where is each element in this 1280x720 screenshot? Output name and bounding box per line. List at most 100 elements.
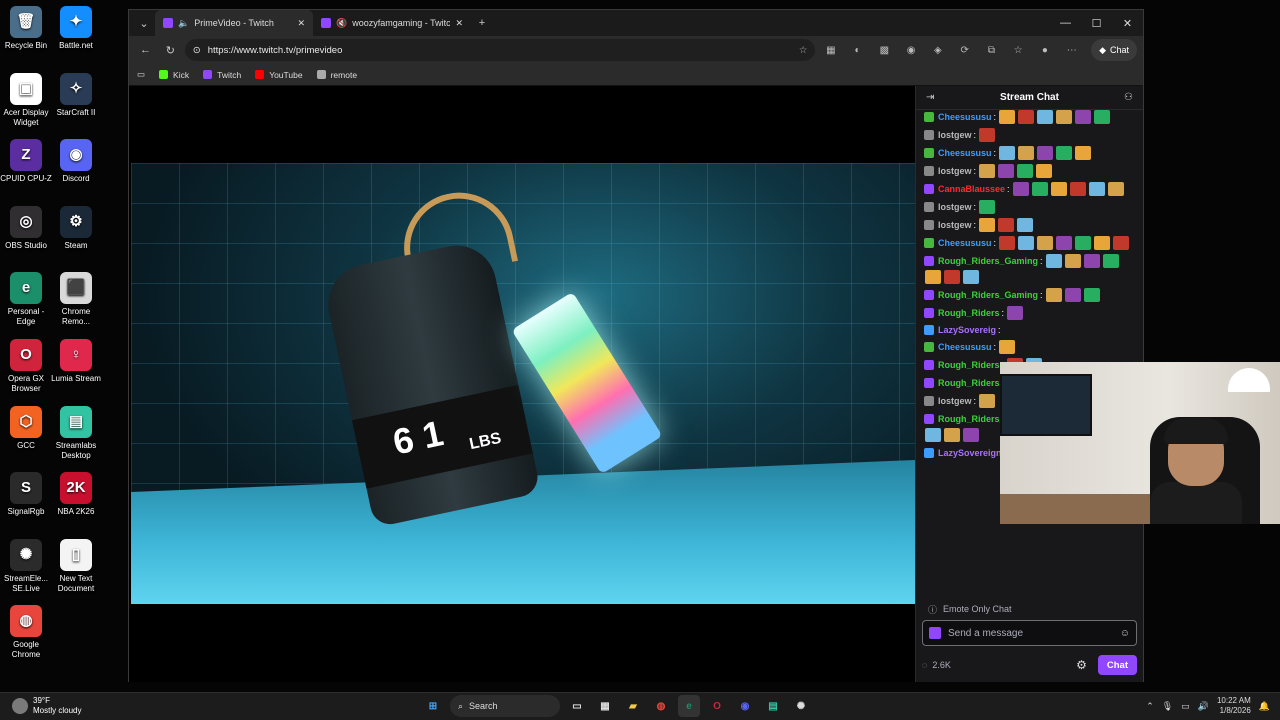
edge-icon[interactable]: e: [678, 695, 700, 717]
chat-message[interactable]: Rough_Riders_Gaming:: [924, 254, 1136, 284]
task-view-icon[interactable]: ▭: [566, 695, 588, 717]
chat-message[interactable]: lostgew:: [924, 218, 1136, 232]
extension-icon[interactable]: ◉: [900, 40, 923, 60]
discord-icon[interactable]: ◉: [734, 695, 756, 717]
collapse-chat-icon[interactable]: ⇥: [926, 92, 934, 103]
app-icon[interactable]: ✺: [790, 695, 812, 717]
favorite-star-icon[interactable]: ☆: [799, 45, 808, 56]
chat-message[interactable]: Cheesususu:: [924, 146, 1136, 160]
chat-username[interactable]: lostgew: [938, 395, 972, 407]
chat-username[interactable]: Cheesususu: [938, 341, 992, 353]
chrome-icon[interactable]: ◍: [650, 695, 672, 717]
weather-widget[interactable]: 39°F Mostly cloudy: [12, 696, 81, 716]
more-menu-icon[interactable]: ⋯: [1060, 40, 1083, 60]
streamlabs-icon[interactable]: ▤: [762, 695, 784, 717]
desktop-icon[interactable]: ⬛ Chrome Remo...: [50, 272, 102, 327]
close-tab-icon[interactable]: ✕: [297, 18, 305, 29]
extension-icon[interactable]: ◐: [846, 40, 869, 60]
desktop-icon[interactable]: ◎ OBS Studio: [0, 205, 52, 251]
tab-actions-chevron-icon[interactable]: ⌄: [133, 12, 155, 34]
favorite-link[interactable]: remote: [316, 70, 357, 80]
chat-username[interactable]: Cheesususu: [938, 111, 992, 123]
chat-input[interactable]: Send a message ☺: [922, 620, 1137, 646]
favorite-link[interactable]: Kick: [159, 70, 189, 80]
chat-username[interactable]: lostgew: [938, 201, 972, 213]
opera-gx-icon[interactable]: O: [706, 695, 728, 717]
tab-primevideo[interactable]: 🔈 PrimeVideo - Twitch ✕: [155, 10, 313, 36]
chat-message[interactable]: lostgew:: [924, 200, 1136, 214]
chat-message[interactable]: Cheesususu:: [924, 340, 1136, 354]
profile-avatar-icon[interactable]: ●: [1034, 40, 1057, 60]
desktop-icon[interactable]: ✧ StarCraft II: [50, 72, 102, 118]
chat-message[interactable]: Rough_Riders:: [924, 306, 1136, 320]
video-player[interactable]: 6 1 LBS: [131, 163, 915, 604]
chat-message[interactable]: LazySovereig:: [924, 324, 1136, 336]
close-tab-icon[interactable]: ✕: [455, 18, 463, 29]
minimize-icon[interactable]: —: [1050, 17, 1081, 30]
desktop-icon[interactable]: ✺ StreamEle... SE.Live: [0, 538, 52, 594]
chat-username[interactable]: Rough_Riders_Gaming: [938, 289, 1038, 301]
chat-badge-icon[interactable]: [929, 627, 941, 639]
extension-icon[interactable]: ◈: [926, 40, 949, 60]
desktop-icon[interactable]: O Opera GX Browser: [0, 339, 52, 394]
chat-username[interactable]: Rough_Riders_Gaming: [938, 255, 1038, 267]
chat-username[interactable]: lostgew: [938, 219, 972, 231]
taskbar-search[interactable]: ⌕ Search: [450, 695, 560, 717]
chat-send-button[interactable]: Chat: [1097, 655, 1137, 675]
desktop-icon[interactable]: ◍ Google Chrome: [0, 605, 52, 660]
desktop-icon[interactable]: ⬡ GCC: [0, 405, 52, 451]
desktop-icon[interactable]: ▣ Acer Display Widget: [0, 72, 52, 128]
chat-username[interactable]: LazySovereig: [938, 324, 996, 336]
desktop-icon[interactable]: ✦ Battle.net: [50, 6, 102, 51]
extension-icon[interactable]: ▦: [819, 40, 842, 60]
chat-message[interactable]: CannaBlaussee:: [924, 182, 1136, 196]
file-explorer-icon[interactable]: ▰: [622, 695, 644, 717]
clock[interactable]: 10:22 AM 1/8/2026: [1217, 696, 1251, 716]
desktop-icon[interactable]: ⚙ Steam: [50, 205, 102, 251]
favorite-link[interactable]: YouTube: [255, 70, 303, 80]
extension-icon[interactable]: ⟳: [953, 40, 976, 60]
desktop-icon[interactable]: 2K NBA 2K26: [50, 472, 102, 517]
chat-messages[interactable]: Cheesususu: lostgew: Cheesususu: lostgew: Ca…: [916, 110, 1144, 600]
new-tab-button[interactable]: +: [471, 12, 493, 34]
desktop-icon[interactable]: ♀ Lumia Stream: [50, 339, 102, 384]
chat-username[interactable]: CannaBlaussee: [938, 183, 1005, 195]
chat-username[interactable]: lostgew: [938, 165, 972, 177]
microphone-icon[interactable]: 🎙: [1162, 701, 1173, 712]
close-window-icon[interactable]: ✕: [1112, 17, 1143, 30]
chat-message[interactable]: Cheesususu:: [924, 110, 1136, 124]
favorites-icon[interactable]: ☆: [1007, 40, 1030, 60]
copilot-chat-button[interactable]: ◆ Chat: [1091, 39, 1138, 61]
chat-username[interactable]: Cheesususu: [938, 237, 992, 249]
tab-woozyfamgaming[interactable]: 🔇 woozyfamgaming - Twitch ✕: [313, 10, 471, 36]
extension-icon[interactable]: ▩: [873, 40, 896, 60]
refresh-icon[interactable]: ↻: [160, 39, 181, 61]
network-icon[interactable]: ▭: [1181, 701, 1190, 712]
favorite-link[interactable]: Twitch: [203, 70, 241, 80]
url-input[interactable]: ⊙ https://www.twitch.tv/primevideo ☆: [184, 39, 816, 61]
windows-start-icon[interactable]: ⊞: [422, 695, 444, 717]
widgets-icon[interactable]: ▦: [594, 695, 616, 717]
notifications-bell-icon[interactable]: 🔔: [1259, 701, 1270, 712]
extensions-puzzle-icon[interactable]: ⧉: [980, 40, 1003, 60]
desktop-icon[interactable]: ▯ New Text Document: [50, 538, 102, 594]
chat-username[interactable]: Cheesususu: [938, 147, 992, 159]
desktop-icon[interactable]: ▤ Streamlabs Desktop: [50, 405, 102, 461]
back-arrow-icon[interactable]: ←: [135, 39, 156, 61]
chat-message[interactable]: Cheesususu:: [924, 236, 1136, 250]
chat-message[interactable]: lostgew:: [924, 164, 1136, 178]
desktop-icon[interactable]: S SignalRgb: [0, 472, 52, 517]
chat-message[interactable]: Rough_Riders_Gaming:: [924, 288, 1136, 302]
desktop-icon[interactable]: e Personal - Edge: [0, 272, 52, 327]
site-info-icon[interactable]: ⊙: [193, 45, 201, 56]
emote-picker-icon[interactable]: ☺: [1120, 628, 1130, 639]
chat-username[interactable]: Rough_Riders: [938, 377, 1000, 389]
desktop-icon[interactable]: ◉ Discord: [50, 139, 102, 184]
community-icon[interactable]: ⚇: [1124, 92, 1133, 103]
maximize-icon[interactable]: ☐: [1081, 17, 1112, 30]
chat-username[interactable]: Rough_Riders: [938, 359, 1000, 371]
chat-settings-gear-icon[interactable]: ⚙: [1076, 658, 1087, 672]
desktop-icon[interactable]: 🗑 Recycle Bin: [0, 6, 52, 51]
chat-message[interactable]: lostgew:: [924, 128, 1136, 142]
volume-icon[interactable]: 🔊: [1198, 701, 1209, 712]
